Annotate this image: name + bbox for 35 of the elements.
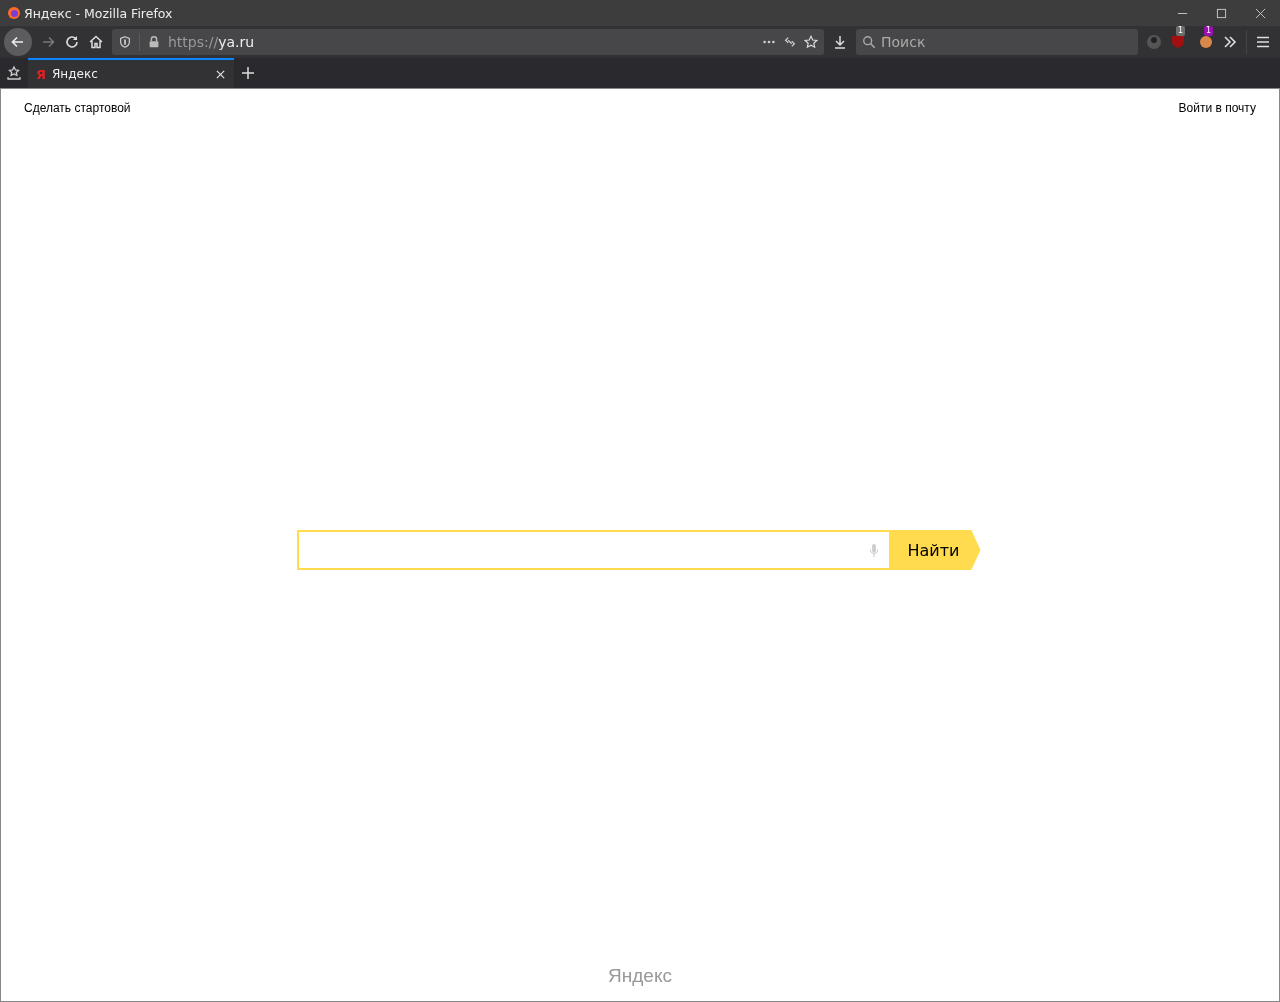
window-title: Яндекс - Mozilla Firefox xyxy=(24,5,174,21)
home-icon[interactable] xyxy=(88,34,104,50)
download-icon[interactable] xyxy=(832,34,848,50)
tray-icon[interactable] xyxy=(6,65,22,81)
extension-icon[interactable] xyxy=(1170,34,1186,50)
star-icon[interactable] xyxy=(804,35,818,49)
search-button[interactable]: Найти xyxy=(888,530,981,570)
url-text: https://ya.ru xyxy=(168,34,255,50)
reload-icon[interactable] xyxy=(64,34,80,50)
favicon: Я xyxy=(36,66,46,82)
maximize-icon[interactable] xyxy=(1216,7,1227,19)
extension-badge: 1 xyxy=(1204,26,1214,36)
forward-icon[interactable] xyxy=(40,34,56,50)
shield-icon[interactable] xyxy=(118,35,132,49)
search-field[interactable]: Поиск xyxy=(856,29,1138,55)
yandex-logo: Яндекс xyxy=(607,965,673,988)
search-icon xyxy=(862,35,876,49)
menu-icon[interactable] xyxy=(1255,34,1271,50)
search-input[interactable] xyxy=(296,530,889,570)
close-icon[interactable] xyxy=(215,68,226,80)
close-icon[interactable] xyxy=(1255,7,1266,19)
tab-title: Яндекс xyxy=(52,67,99,81)
firefox-logo-icon xyxy=(7,6,21,20)
back-arrow-icon xyxy=(10,34,26,50)
lock-icon xyxy=(147,35,161,49)
overflow-chevron-icon[interactable] xyxy=(1222,34,1238,50)
extension-icon[interactable] xyxy=(1198,34,1214,50)
browser-tab[interactable]: Я Яндекс xyxy=(28,58,234,88)
address-bar[interactable]: https://ya.ru xyxy=(112,29,824,55)
link-icon[interactable] xyxy=(783,35,797,49)
extension-badge: 1 xyxy=(1176,26,1186,36)
new-tab-icon[interactable] xyxy=(240,65,256,81)
set-homepage-link[interactable]: Сделать стартовой xyxy=(24,101,131,115)
login-mail-link[interactable]: Войти в почту xyxy=(1178,101,1256,115)
back-button[interactable] xyxy=(4,28,32,56)
